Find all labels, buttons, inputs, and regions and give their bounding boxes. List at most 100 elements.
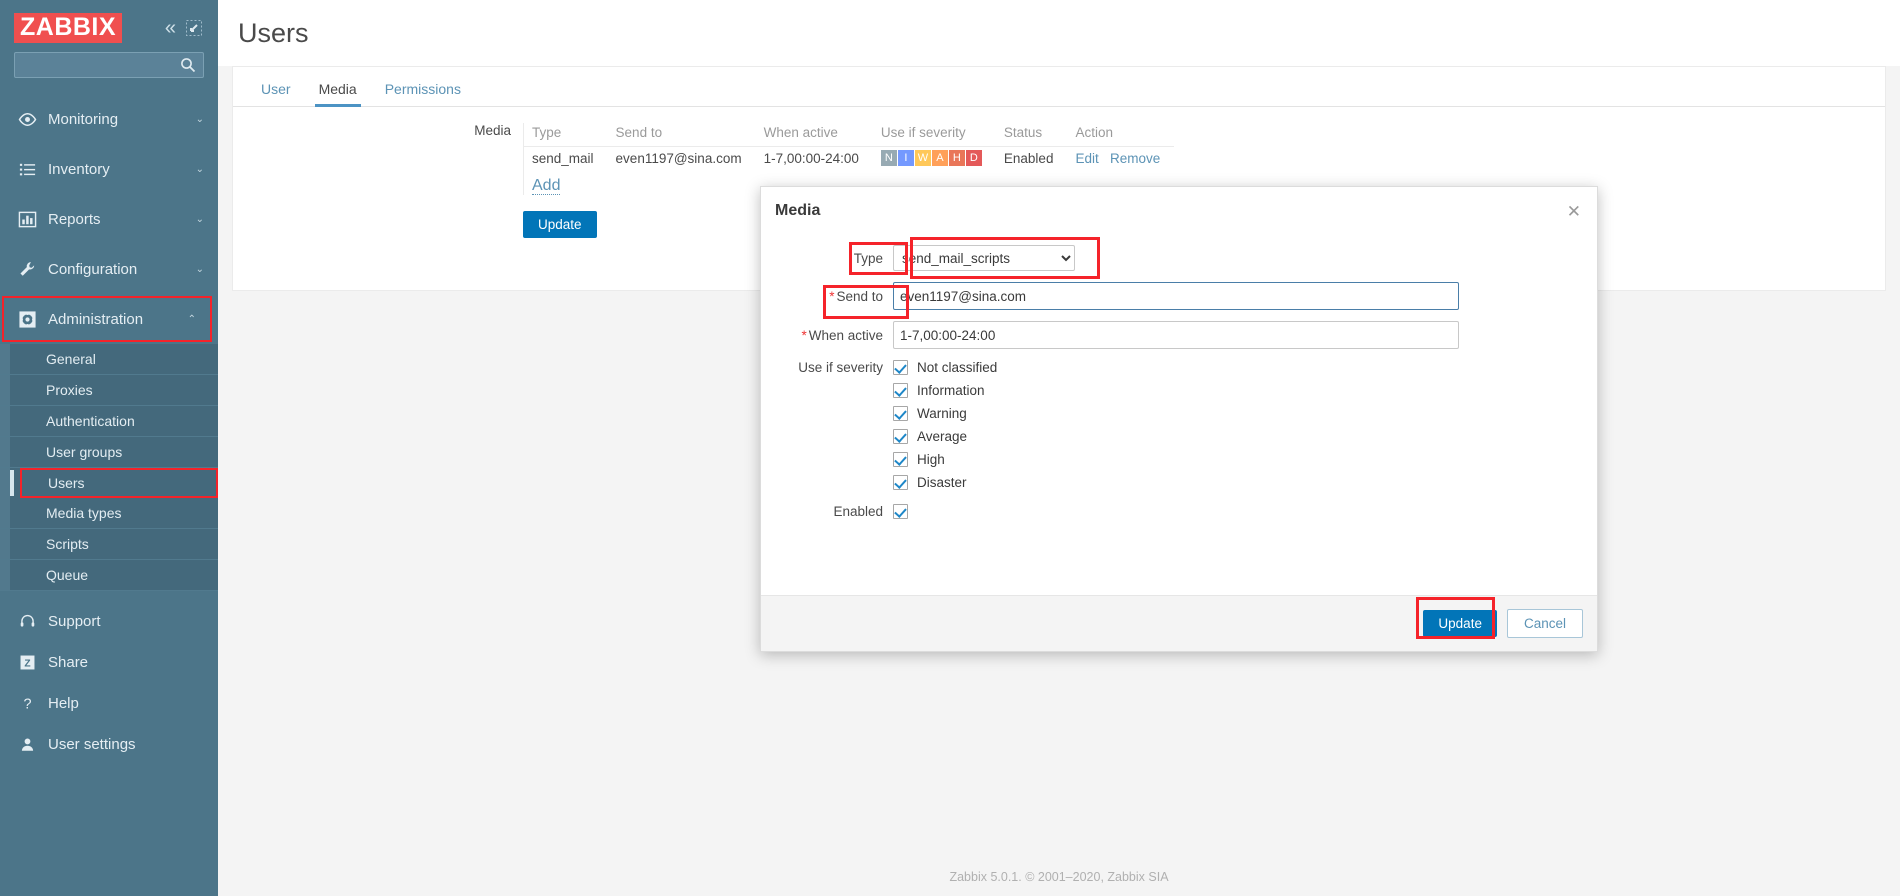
sidebar-item-inventory[interactable]: Inventory ⌄	[0, 144, 218, 194]
severity-checkbox-disaster[interactable]	[893, 475, 908, 490]
sidebar-subitem-label: General	[46, 351, 96, 367]
svg-text:?: ?	[23, 697, 31, 712]
sidebar-subitem-label: Authentication	[46, 413, 135, 429]
edit-link[interactable]: Edit	[1075, 151, 1098, 166]
severity-row-warning: Warning	[761, 406, 1597, 421]
severity-label-not-classified: Not classified	[917, 360, 998, 375]
kiosk-mode-icon[interactable]	[186, 20, 202, 36]
type-field-wrap: send_mail_scripts	[893, 245, 1597, 271]
sidebar-item-reports[interactable]: Reports ⌄	[0, 194, 218, 244]
type-row: Type send_mail_scripts	[761, 245, 1597, 271]
sidebar-item-configuration[interactable]: Configuration ⌄	[0, 244, 218, 294]
tab-label: User	[261, 81, 291, 97]
sidebar-item-label: Inventory	[48, 160, 110, 178]
sidebar-menu: Monitoring ⌄ Inventory ⌄ Reports ⌄ Confi…	[0, 94, 218, 765]
chevron-down-icon: ⌄	[195, 163, 204, 175]
search-input[interactable]	[15, 53, 203, 77]
send-to-input[interactable]	[893, 282, 1459, 310]
tab-media[interactable]: Media	[305, 81, 371, 107]
table-header-row: Type Send to When active Use if severity…	[524, 123, 1175, 147]
page-title: Users	[238, 17, 309, 48]
enabled-checkbox[interactable]	[893, 504, 908, 519]
zabbix-app: ZABBIX « Monitoring ⌄ Inventory ⌄ Report…	[0, 0, 1900, 896]
update-button[interactable]: Update	[523, 211, 597, 238]
sidebar-item-queue[interactable]: Queue	[0, 560, 218, 591]
cell-actions: Edit Remove	[1067, 147, 1174, 170]
tab-label: Media	[318, 81, 357, 97]
col-action: Action	[1067, 123, 1175, 147]
table-row: send_mail even1197@sina.com 1-7,00:00-24…	[524, 147, 1174, 170]
sidebar-item-administration[interactable]: Administration ⌃	[2, 296, 212, 342]
wrench-icon	[14, 260, 40, 279]
chevron-up-icon: ⌃	[187, 313, 196, 325]
severity-checkbox-information[interactable]	[893, 383, 908, 398]
sidebar-item-scripts[interactable]: Scripts	[0, 529, 218, 560]
dialog-cancel-button[interactable]: Cancel	[1506, 609, 1583, 638]
severity-row-high: High	[761, 452, 1597, 467]
when-active-input[interactable]	[893, 321, 1459, 349]
sidebar-header-icons: «	[165, 18, 206, 38]
sidebar-item-label: Support	[48, 613, 101, 630]
add-media-link[interactable]: Add	[532, 177, 561, 195]
search-box[interactable]	[14, 52, 204, 78]
severity-badge-I: I	[897, 150, 914, 166]
tab-bar: User Media Permissions	[233, 67, 1885, 107]
chevron-down-icon: ⌄	[195, 263, 204, 275]
chevron-down-icon: ⌄	[195, 213, 204, 225]
tab-label: Permissions	[384, 81, 461, 97]
severity-checkbox-not-classified[interactable]	[893, 360, 908, 375]
sidebar-item-label: User settings	[48, 736, 136, 753]
zabbix-share-icon: Z	[14, 654, 40, 671]
severity-checkbox-warning[interactable]	[893, 406, 908, 421]
sidebar-item-support[interactable]: Support	[0, 601, 218, 642]
severity-label-disaster: Disaster	[917, 475, 967, 490]
severity-badges: NIWAHD	[880, 150, 982, 166]
required-marker: *	[829, 288, 835, 304]
when-active-field-wrap	[893, 321, 1597, 349]
send-to-label-text: Send to	[836, 288, 883, 304]
sidebar-item-user-groups[interactable]: User groups	[0, 437, 218, 468]
sidebar-subitem-label: User groups	[46, 444, 123, 460]
sidebar-item-proxies[interactable]: Proxies	[0, 375, 218, 406]
severity-header-row: Use if severity Not classified	[761, 360, 1597, 375]
sidebar-item-share[interactable]: Z Share	[0, 642, 218, 683]
send-to-row: * Send to	[761, 282, 1597, 310]
zabbix-logo[interactable]: ZABBIX	[14, 13, 123, 43]
person-icon	[14, 736, 40, 753]
dialog-title: Media	[775, 202, 821, 219]
sidebar: ZABBIX « Monitoring ⌄ Inventory ⌄ Report…	[0, 0, 218, 896]
enabled-label: Enabled	[833, 504, 883, 519]
sidebar-subitem-label: Queue	[46, 567, 89, 583]
sidebar-item-media-types[interactable]: Media types	[0, 498, 218, 529]
col-use-if-severity: Use if severity	[872, 123, 996, 147]
search-icon[interactable]	[180, 57, 196, 78]
bar-chart-icon	[14, 210, 40, 229]
send-to-field-wrap	[893, 282, 1597, 310]
severity-label: Use if severity	[798, 360, 883, 375]
tab-user[interactable]: User	[247, 81, 305, 106]
cell-severity: NIWAHD	[873, 147, 996, 170]
severity-checkbox-average[interactable]	[893, 429, 908, 444]
send-to-label: * Send to	[761, 289, 893, 304]
svg-text:Z: Z	[24, 658, 30, 669]
sidebar-item-general[interactable]: General	[0, 344, 218, 375]
sidebar-item-users[interactable]: Users	[10, 468, 218, 498]
dialog-update-button[interactable]: Update	[1423, 610, 1497, 637]
sidebar-item-monitoring[interactable]: Monitoring ⌄	[0, 94, 218, 144]
tab-permissions[interactable]: Permissions	[371, 81, 475, 106]
cell-when-active: 1-7,00:00-24:00	[763, 150, 859, 166]
col-status: Status	[995, 123, 1068, 147]
sidebar-item-user-settings[interactable]: User settings	[0, 724, 218, 765]
media-type-select[interactable]: send_mail_scripts	[893, 245, 1075, 271]
chevron-down-icon: ⌄	[195, 113, 204, 125]
close-icon[interactable]: ✕	[1567, 203, 1581, 220]
sidebar-header: ZABBIX «	[0, 0, 218, 48]
sidebar-item-authentication[interactable]: Authentication	[0, 406, 218, 437]
dialog-header: Media ✕	[761, 187, 1597, 235]
sidebar-item-help[interactable]: ? Help	[0, 683, 218, 724]
severity-badge-A: A	[931, 150, 948, 166]
severity-checkbox-high[interactable]	[893, 452, 908, 467]
collapse-sidebar-icon[interactable]: «	[165, 18, 176, 38]
remove-link[interactable]: Remove	[1110, 151, 1160, 166]
severity-row-information: Information	[761, 383, 1597, 398]
